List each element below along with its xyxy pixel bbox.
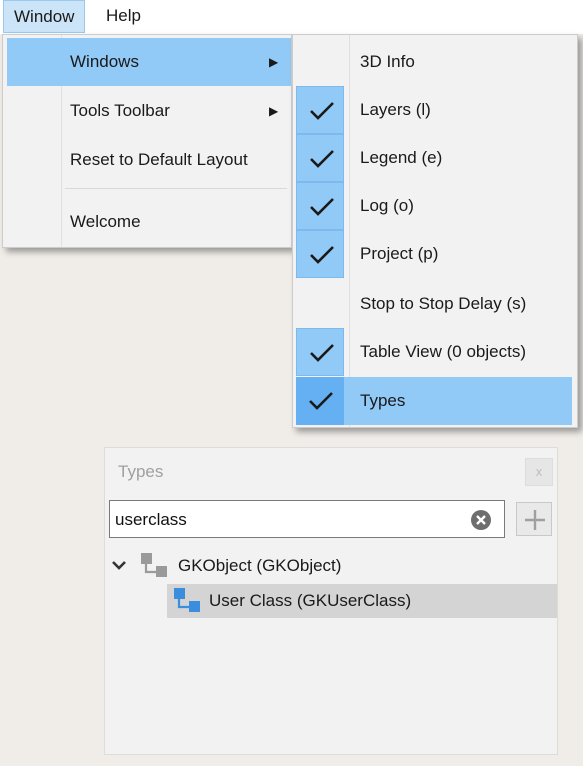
menu-item-label: Project (p) <box>360 244 439 263</box>
menu-item-label: Reset to Default Layout <box>70 150 248 169</box>
menu-item-label: Table View (0 objects) <box>360 342 526 361</box>
menu-item-reset-layout[interactable]: Reset to Default Layout <box>7 136 291 184</box>
submenu-arrow-icon: ▶ <box>269 104 279 118</box>
submenu-arrow-icon: ▶ <box>269 55 279 69</box>
tree-item-label: GKObject (GKObject) <box>178 556 342 575</box>
search-value: userclass <box>115 510 187 529</box>
menu-item-legend[interactable]: Legend (e) <box>293 134 577 182</box>
menu-item-stop-to-stop-delay[interactable]: Stop to Stop Delay (s) <box>293 280 577 328</box>
highlight-row <box>296 377 572 425</box>
check-icon <box>296 86 344 134</box>
tree-row[interactable]: GKObject (GKObject) <box>105 549 557 583</box>
class-hierarchy-icon <box>141 553 167 577</box>
tree-row-selected[interactable]: User Class (GKUserClass) <box>167 584 557 618</box>
menu-item-project[interactable]: Project (p) <box>293 230 577 278</box>
check-icon <box>296 182 344 230</box>
menu-bar: Window Help <box>0 0 583 34</box>
menu-item-label: Stop to Stop Delay (s) <box>360 294 527 313</box>
menu-item-label: 3D Info <box>360 52 415 71</box>
windows-submenu: 3D Info Layers (l) Legend (e) Log (o) Pr… <box>292 34 578 428</box>
menu-item-label: Layers (l) <box>360 100 431 119</box>
menu-item-tools-toolbar[interactable]: Tools Toolbar ▶ <box>7 87 291 135</box>
menu-item-label: Tools Toolbar <box>70 101 170 120</box>
menu-separator <box>65 188 287 189</box>
menu-item-label: Log (o) <box>360 196 414 215</box>
check-icon <box>296 328 344 376</box>
check-icon <box>296 134 344 182</box>
menu-item-label: Types <box>360 391 406 410</box>
menu-item-windows[interactable]: Windows ▶ <box>7 38 291 86</box>
menu-item-label: Welcome <box>70 212 141 231</box>
search-input[interactable]: userclass <box>109 500 505 538</box>
check-icon <box>296 230 344 278</box>
add-button[interactable] <box>516 502 552 536</box>
plus-icon <box>525 510 545 530</box>
menu-item-welcome[interactable]: Welcome <box>7 198 291 246</box>
window-menu: Windows ▶ Tools Toolbar ▶ Reset to Defau… <box>2 34 292 248</box>
menu-item-label: Windows <box>70 52 139 71</box>
types-panel: Types x userclass GKObject (GKObject) Us… <box>104 447 558 755</box>
menu-item-layers[interactable]: Layers (l) <box>293 86 577 134</box>
class-hierarchy-icon <box>174 588 200 612</box>
clear-icon[interactable] <box>470 509 492 531</box>
check-icon <box>296 377 344 425</box>
panel-title: Types <box>118 462 164 481</box>
close-button[interactable]: x <box>525 458 553 486</box>
menu-help[interactable]: Help <box>96 0 151 32</box>
chevron-down-icon[interactable] <box>111 559 127 571</box>
menu-item-log[interactable]: Log (o) <box>293 182 577 230</box>
tree-item-label: User Class (GKUserClass) <box>209 591 412 610</box>
menu-item-types[interactable]: Types <box>293 377 577 425</box>
menu-item-table-view[interactable]: Table View (0 objects) <box>293 328 577 376</box>
menu-window[interactable]: Window <box>3 0 86 33</box>
menu-item-3d-info[interactable]: 3D Info <box>293 38 577 86</box>
menu-item-label: Legend (e) <box>360 148 443 167</box>
